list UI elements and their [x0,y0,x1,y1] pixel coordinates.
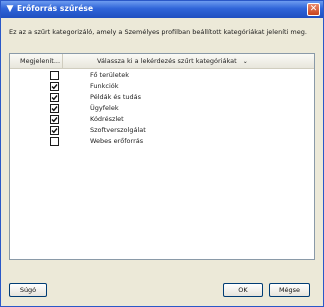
list-item-label: Webes erőforrás [90,137,144,145]
list-item-label: Funkciók [90,82,119,90]
column-display-label: Megjelenít... [20,57,61,65]
list-item: Szoftverszolgálat [10,125,314,136]
list-item-label: Fő területek [90,71,130,79]
list-item: Kódrészlet [10,114,314,125]
checkmark-icon [51,128,58,134]
category-checkbox[interactable] [50,93,59,102]
list-item: Webes erőforrás [10,136,314,147]
help-button[interactable]: Súgó [9,283,47,297]
column-header-category[interactable]: Válassza ki a lekérdezés szűrt kategóriá… [63,54,314,68]
category-checkbox[interactable] [50,71,59,80]
checkmark-icon [51,95,58,101]
list-item-label: Ügyfelek [90,104,119,112]
category-checkbox[interactable] [50,126,59,135]
cancel-button[interactable]: Mégse [269,283,310,297]
checkmark-icon [51,117,58,123]
category-list: Megjelenít... Válassza ki a lekérdezés s… [9,53,315,260]
dialog-description: Ez az a szűrt kategorizáló, amely a Szem… [9,28,307,36]
column-category-label: Válassza ki a lekérdezés szűrt kategóriá… [97,57,237,65]
title-bar[interactable]: ▼ Erőforrás szűrése ✕ [1,1,323,18]
category-rows: Fő területek Funkciók Példák és tudás Üg… [10,70,314,147]
ok-button[interactable]: OK [223,283,263,297]
category-checkbox[interactable] [50,82,59,91]
close-button[interactable]: ✕ [307,3,320,16]
close-icon: ✕ [309,4,318,14]
checkmark-icon [51,106,58,112]
list-item-label: Kódrészlet [90,115,124,123]
filter-icon: ▼ [6,4,14,14]
list-item: Ügyfelek [10,103,314,114]
checkmark-icon [51,84,58,90]
dialog-title: Erőforrás szűrése [17,4,94,13]
category-checkbox[interactable] [50,115,59,124]
filter-dialog: ▼ Erőforrás szűrése ✕ Ez az a szűrt kate… [0,0,324,307]
list-item: Fő területek [10,70,314,81]
list-item: Példák és tudás [10,92,314,103]
column-header-display[interactable]: Megjelenít... [10,54,63,68]
sort-arrow-icon: ⌄ [242,58,248,65]
list-item: Funkciók [10,81,314,92]
category-checkbox[interactable] [50,137,59,146]
list-item-label: Példák és tudás [90,93,142,101]
list-item-label: Szoftverszolgálat [90,126,146,134]
list-header: Megjelenít... Válassza ki a lekérdezés s… [10,54,314,69]
category-checkbox[interactable] [50,104,59,113]
